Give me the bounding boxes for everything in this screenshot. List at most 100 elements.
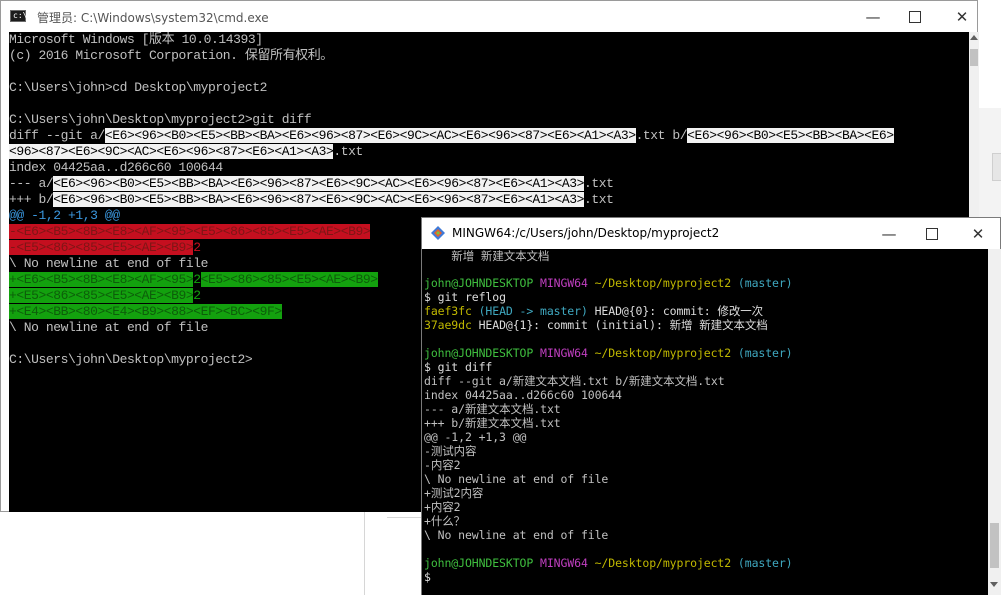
prompt-user: john@JOHNDESKTOP <box>424 346 534 360</box>
command-line: $ git reflog <box>424 290 506 304</box>
commit-hash: 37ae9dc <box>424 318 472 332</box>
scrollbar-thumb[interactable] <box>990 523 999 568</box>
prompt-path: ~/Desktop/myproject2 <box>594 346 732 360</box>
background-window-fragment <box>364 511 425 595</box>
console-line: +++ b/<E6><96><B0><E5><BB><BA><E6><96><8… <box>9 192 614 208</box>
diff-removed-line: -<E5><86><85><E5><AE><B9>2 <box>9 240 201 256</box>
escaped-bytes: +<E4><BB><80><E4><B9><88><EF><BC><9F> <box>9 304 282 319</box>
escaped-bytes: -<E6><B5><8B><E8><AF><95><E5><86><85><E5… <box>9 224 371 239</box>
console-line: C:\Users\john\Desktop\myproject2>git dif… <box>9 112 312 127</box>
text: .txt <box>333 144 363 159</box>
text: .txt <box>583 192 614 207</box>
diff-added-line: +内容2 <box>424 500 461 514</box>
background-panel <box>387 511 425 518</box>
console-line: --- a/<E6><96><B0><E5><BB><BA><E6><96><8… <box>9 176 614 192</box>
text: 2 <box>193 272 201 287</box>
scroll-down-icon[interactable] <box>990 582 998 587</box>
diff-hunk-header: @@ -1,2 +1,3 @@ <box>424 430 527 444</box>
prompt-user: john@JOHNDESKTOP <box>424 556 534 570</box>
scroll-up-icon[interactable] <box>970 35 978 40</box>
minimize-button[interactable]: — <box>850 1 896 32</box>
diff-header-line: diff --git a/新建文本文档.txt b/新建文本文档.txt <box>424 374 725 388</box>
diff-added-line: +<E5><86><85><E5><AE><B9>2 <box>9 288 201 304</box>
commit-hash: faef3fc <box>424 304 472 318</box>
console-line: (c) 2016 Microsoft Corporation. 保留所有权利。 <box>9 48 333 63</box>
console-line: \ No newline at end of file <box>9 256 209 271</box>
mingw-scrollbar[interactable] <box>988 249 1001 595</box>
maximize-button[interactable] <box>892 1 938 32</box>
text: 2 <box>193 240 201 255</box>
mingw-window-title: MINGW64:/c/Users/john/Desktop/myproject2 <box>452 226 720 240</box>
background-window-edge <box>978 108 1001 220</box>
escaped-bytes: <E6><96><B0><E5><BB><BA><E6> <box>687 128 894 143</box>
diff-added-line: +什么？ <box>424 514 466 528</box>
command-line: $ git diff <box>424 360 492 374</box>
cmd-window-title: 管理员: C:\Windows\system32\cmd.exe <box>37 11 269 25</box>
maximize-button[interactable] <box>909 218 955 249</box>
reflog-text: HEAD@{0}: commit: 修改一次 <box>594 304 764 318</box>
command-text: git diff <box>437 360 493 374</box>
cmd-icon: c:\ <box>10 10 27 22</box>
prompt-env: MINGW64 <box>540 556 588 570</box>
prompt-symbol: $ <box>424 570 431 584</box>
ref-decoration: (HEAD -> master) <box>478 304 588 318</box>
diff-added-line: +<E4><BB><80><E4><B9><88><EF><BC><9F> <box>9 304 282 320</box>
console-line: \ No newline at end of file <box>9 320 209 335</box>
close-button[interactable]: ✕ <box>955 218 1001 249</box>
escaped-bytes: <E6><96><B0><E5><BB><BA><E6><96><87><E6>… <box>53 176 584 191</box>
diff-hunk-header: @@ -1,2 +1,3 @@ <box>9 208 120 223</box>
console-line: index 04425aa..d266c60 100644 <box>9 160 223 175</box>
console-line: \ No newline at end of file <box>424 472 609 486</box>
command-line[interactable]: $ <box>424 570 431 584</box>
escaped-bytes: <E6><96><B0><E5><BB><BA><E6><96><87><E6>… <box>53 192 584 207</box>
prompt-path: ~/Desktop/myproject2 <box>594 556 732 570</box>
text: diff --git a/ <box>9 128 105 143</box>
prompt-symbol: $ <box>424 290 431 304</box>
diff-removed-line: -测试内容 <box>424 444 477 458</box>
console-line: diff --git a/<E6><96><B0><E5><BB><BA><E6… <box>9 128 894 144</box>
minimize-icon: — <box>881 224 897 243</box>
diff-added-line: +测试2内容 <box>424 486 484 500</box>
git-bash-icon <box>431 226 445 240</box>
text: --- a/ <box>9 176 54 191</box>
reflog-line: faef3fc (HEAD -> master) HEAD@{0}: commi… <box>424 304 763 318</box>
escaped-bytes: +<E5><86><85><E5><AE><B9> <box>9 288 194 303</box>
diff-removed-line: -内容2 <box>424 458 461 472</box>
diff-header-line: +++ b/新建文本文档.txt <box>424 416 561 430</box>
escaped-bytes: +<E6><B5><8B><E8><AF><95> <box>9 272 194 287</box>
prompt-user: john@JOHNDESKTOP <box>424 276 534 290</box>
prompt-env: MINGW64 <box>540 346 588 360</box>
prompt-symbol: $ <box>424 360 431 374</box>
cmd-titlebar[interactable]: c:\ 管理员: C:\Windows\system32\cmd.exe — ✕ <box>1 1 977 32</box>
console-prompt-line: C:\Users\john\Desktop\myproject2> <box>9 352 253 367</box>
close-icon: ✕ <box>971 224 985 243</box>
diff-added-line: +<E6><B5><8B><E8><AF><95>2<E5><86><85><E… <box>9 272 378 288</box>
reflog-text: HEAD@{1}: commit (initial): 新增 新建文本文档 <box>478 318 768 332</box>
prompt-path: ~/Desktop/myproject2 <box>594 276 732 290</box>
maximize-icon <box>909 10 921 23</box>
mingw-window: MINGW64:/c/Users/john/Desktop/myproject2… <box>421 217 1001 595</box>
text: 2 <box>193 288 201 303</box>
minimize-button[interactable]: — <box>866 218 912 249</box>
bash-prompt: john@JOHNDESKTOP MINGW64 ~/Desktop/mypro… <box>424 556 793 570</box>
diff-header-line: --- a/新建文本文档.txt <box>424 402 561 416</box>
reflog-line: 37ae9dc HEAD@{1}: commit (initial): 新增 新… <box>424 318 768 332</box>
mingw-titlebar[interactable]: MINGW64:/c/Users/john/Desktop/myproject2… <box>422 218 1000 249</box>
bash-prompt: john@JOHNDESKTOP MINGW64 ~/Desktop/mypro… <box>424 346 793 360</box>
scrollbar-thumb[interactable] <box>970 49 978 66</box>
console-line: <96><87><E6><9C><AC><E6><96><87><E6><A1>… <box>9 144 363 160</box>
command-text: git reflog <box>437 290 506 304</box>
close-button[interactable]: ✕ <box>939 1 985 32</box>
mingw-console[interactable]: 新增 新建文本文档 john@JOHNDESKTOP MINGW64 ~/Des… <box>422 249 988 595</box>
minimize-icon: — <box>865 7 881 26</box>
console-line: C:\Users\john>cd Desktop\myproject2 <box>9 80 267 95</box>
background-scrollbar <box>992 153 1001 181</box>
close-icon: ✕ <box>955 7 969 26</box>
console-line: 新增 新建文本文档 <box>424 249 550 263</box>
console-line: \ No newline at end of file <box>424 528 609 542</box>
escaped-bytes: -<E5><86><85><E5><AE><B9> <box>9 240 194 255</box>
text: +++ b/ <box>9 192 54 207</box>
escaped-bytes: <E6><96><B0><E5><BB><BA><E6><96><87><E6>… <box>104 128 636 143</box>
console-line: Microsoft Windows [版本 10.0.14393] <box>9 32 263 47</box>
diff-header-line: index 04425aa..d266c60 100644 <box>424 388 622 402</box>
